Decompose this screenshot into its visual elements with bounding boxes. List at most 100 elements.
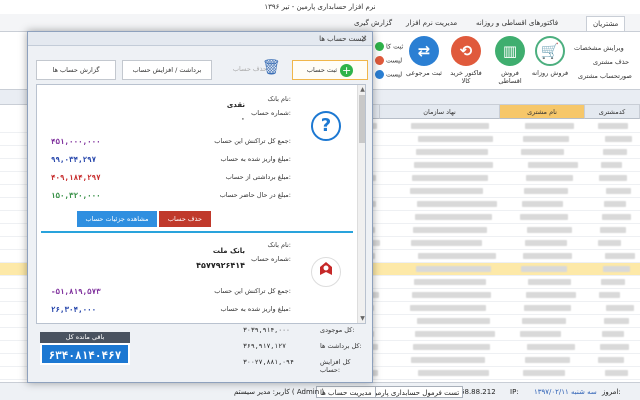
- ribbon-side-link-2[interactable]: لیست: [375, 56, 402, 65]
- table-cell: [525, 123, 574, 129]
- table-cell: [523, 136, 569, 142]
- edit-customer-label: ویرایش مشخصات: [574, 44, 624, 52]
- close-icon[interactable]: ✕: [358, 33, 370, 45]
- table-cell: [412, 292, 491, 298]
- delete-account-card-button[interactable]: حذف حساب: [159, 211, 211, 227]
- tab-customers[interactable]: مشتریان: [586, 16, 626, 31]
- table-cell: [528, 162, 578, 168]
- bank-logo-icon: [320, 262, 332, 275]
- table-cell: [521, 149, 564, 155]
- total-transactions: ۴۵۱,۰۰۰,۰۰۰: [51, 137, 101, 146]
- table-cell: [523, 370, 565, 376]
- account-details-button[interactable]: مشاهده جزئیات حساب: [77, 211, 157, 227]
- ip-label: IP:: [510, 388, 519, 396]
- table-cell: [606, 305, 634, 311]
- customer-statement-link[interactable]: صورتحساب مشتری: [578, 72, 632, 80]
- table-cell: [527, 227, 572, 233]
- table-cell: [528, 279, 571, 285]
- installment-sale-label: فروش اقساطی: [498, 69, 522, 85]
- table-cell: [604, 318, 629, 324]
- table-cell: [411, 123, 489, 129]
- scroll-thumb[interactable]: [359, 95, 365, 143]
- table-cell: [411, 240, 482, 246]
- add-account-button[interactable]: ثبت حساب +: [292, 60, 368, 80]
- table-cell: [415, 331, 495, 337]
- table-cell: [418, 136, 493, 142]
- account-number-label: شماره حساب:: [251, 255, 291, 263]
- date-value: سه شنبه ۱۳۹۷/۰۲/۱۱: [534, 388, 597, 396]
- ribbon-side-link-1-label: ثبت کا: [386, 42, 404, 51]
- table-cell: [598, 123, 628, 129]
- refresh-icon: ⟲: [451, 36, 481, 66]
- table-cell: [416, 266, 491, 272]
- total-balance-value: ۶۳۴۰۸۱۴۰۴۶۷: [40, 343, 130, 365]
- tab-reports[interactable]: گزارش گیری: [348, 16, 398, 31]
- accounts-scrollbar[interactable]: ▲ ▼: [357, 85, 365, 323]
- total-transactions-label: جمع کل تراکنش این حساب:: [214, 137, 291, 145]
- bank-name-label: نام بانک:: [267, 95, 292, 103]
- return-icon: ⇄: [409, 36, 439, 66]
- edit-customer-link[interactable]: ویرایش مشخصات: [574, 44, 624, 52]
- table-cell: [418, 253, 496, 259]
- add-account-label: ثبت حساب: [306, 66, 338, 74]
- date-label: امروز:: [602, 388, 621, 396]
- table-cell: [522, 201, 563, 207]
- scroll-down-icon[interactable]: ▼: [358, 314, 365, 323]
- accounts-dialog: لیست حساب ها ✕ ثبت حساب + حذف حساب 🗑 بردا…: [27, 31, 373, 383]
- installment-sale-button[interactable]: ▥ فروش اقساطی: [490, 36, 530, 85]
- ribbon-side-link-2-label: لیست: [386, 56, 403, 65]
- manage-accounts-button[interactable]: مدیریت حساب ها: [316, 386, 376, 398]
- delete-customer-link[interactable]: حذف مشتری: [593, 58, 629, 66]
- table-cell: [520, 214, 568, 220]
- card-separator: [41, 231, 353, 233]
- ribbon-side-link-3[interactable]: لیست: [375, 70, 402, 79]
- table-cell: [599, 292, 620, 298]
- bank-name: بانک ملت: [212, 247, 245, 255]
- bank-name: نقدی: [226, 101, 245, 109]
- return-label: ثبت مرجوعی: [406, 69, 442, 77]
- table-cell: [601, 162, 622, 168]
- test-app-button[interactable]: تست فرمول حسابداری پارمین: [366, 386, 464, 398]
- total-transactions: -۵۱,۸۱۹,۵۷۳: [51, 287, 101, 296]
- table-cell: [605, 136, 632, 142]
- table-cell: [605, 370, 628, 376]
- table-cell: [524, 188, 568, 194]
- table-cell: [600, 227, 626, 233]
- table-cell: [522, 318, 566, 324]
- daily-sale-button[interactable]: 🛒 فروش روزانه: [530, 36, 570, 77]
- menu-bar: مشتریان فاکتورهای اقساطی و روزانه مدیریت…: [0, 14, 640, 32]
- current-user: کاربر: مدیر سیستم ( Admin ): [234, 388, 325, 396]
- tab-invoices[interactable]: فاکتورهای اقساطی و روزانه: [470, 16, 564, 31]
- account-number: ۴۵۷۷۹۲۶۴۱۴: [196, 261, 245, 270]
- table-cell: [524, 305, 571, 311]
- purchase-invoice-button[interactable]: ⟲ فاکتور خرید کالا: [446, 36, 486, 85]
- deposit-amount: ۲۶,۳۰۴,۰۰۰: [51, 305, 97, 314]
- account-number-label: شماره حساب:: [251, 109, 291, 117]
- col-customer-name[interactable]: نام مشتری: [500, 105, 585, 119]
- accounts-report-button[interactable]: گزارش حساب ها: [36, 60, 116, 80]
- return-button[interactable]: ⇄ ثبت مرجوعی: [404, 36, 444, 77]
- total-balance-box: باقی مانده کل ۶۳۴۰۸۱۴۰۴۶۷: [40, 332, 130, 368]
- table-cell: [603, 149, 627, 155]
- window-title: نرم افزار حسابداری پارمین - تیر ۱۳۹۶: [0, 0, 640, 14]
- table-cell: [525, 240, 567, 246]
- table-cell: [414, 279, 486, 285]
- account-card: نام بانک: نقدی شماره حساب: ۰ ? جمع کل تر…: [41, 89, 355, 227]
- scroll-up-icon[interactable]: ▲: [358, 85, 365, 94]
- total-increase-label: کل افزایش حساب:: [320, 358, 351, 374]
- bank-mellat-logo: [311, 257, 341, 287]
- tab-software-management[interactable]: مدیریت نرم افزار: [400, 16, 463, 31]
- table-cell: [412, 175, 488, 181]
- account-card: نام بانک: بانک ملت شماره حساب: ۴۵۷۷۹۲۶۴۱…: [41, 237, 355, 323]
- table-cell: [526, 175, 573, 181]
- table-cell: [521, 266, 567, 272]
- col-customer-code[interactable]: کدمشتری: [585, 105, 640, 119]
- list-icon: [375, 56, 384, 65]
- trash-icon[interactable]: 🗑: [262, 58, 281, 76]
- ribbon-side-link-3-label: لیست: [386, 70, 403, 79]
- table-cell: [600, 344, 629, 350]
- ribbon-side-link-1[interactable]: ثبت کا: [375, 42, 403, 51]
- col-organization[interactable]: نهاد سازمان: [380, 105, 500, 119]
- withdraw-deposit-button[interactable]: برداشت / افزایش حساب: [122, 60, 212, 80]
- current-balance-label: مبلغ در حال حاضر حساب:: [219, 191, 291, 199]
